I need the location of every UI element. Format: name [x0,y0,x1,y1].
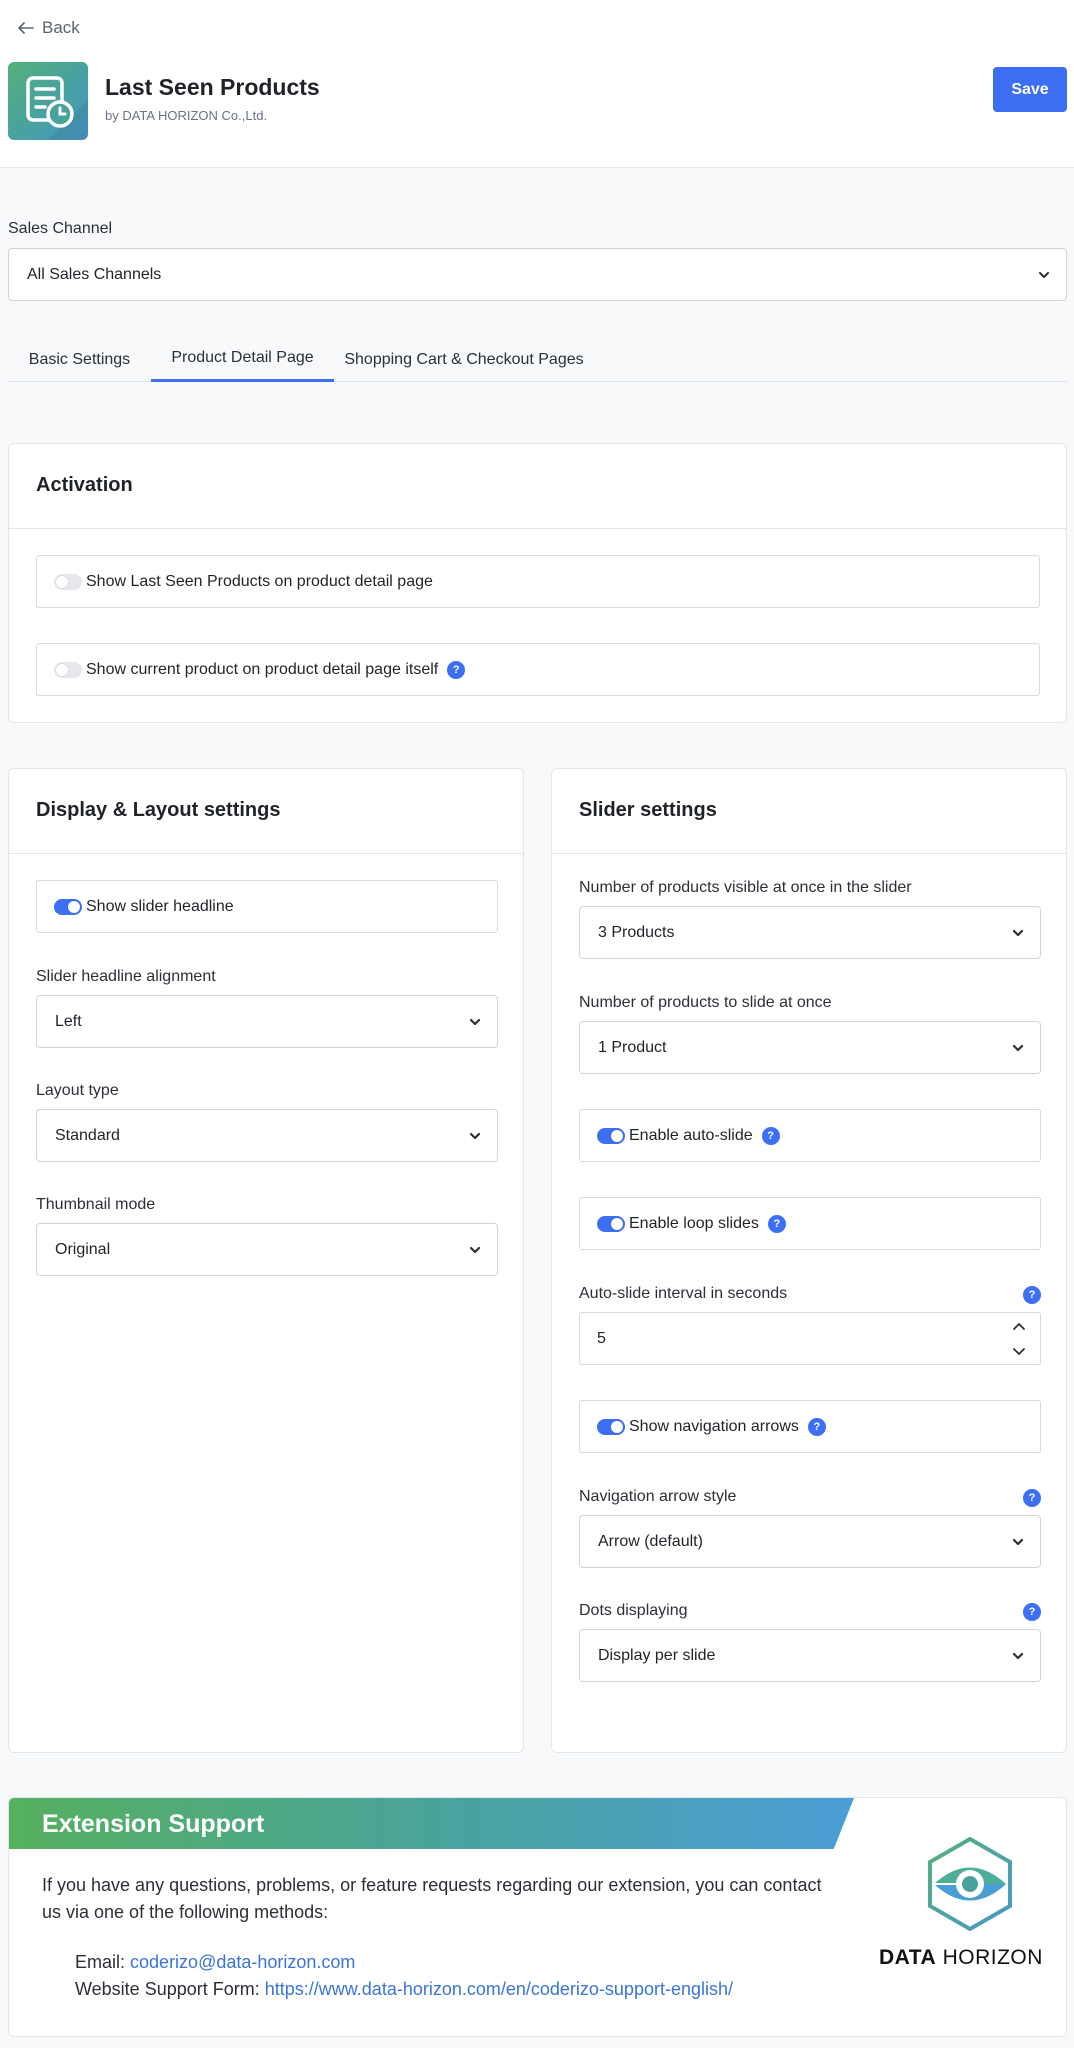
card-divider [552,853,1066,854]
slider-settings-card: Slider settings Number of products visib… [551,768,1067,1753]
loop-slides-row[interactable]: Enable loop slides ? [579,1197,1041,1250]
toggle-label: Enable loop slides [629,1214,759,1232]
show-current-product-toggle[interactable] [54,661,82,678]
show-last-seen-toggle[interactable] [54,573,82,590]
loop-slides-toggle[interactable] [597,1215,625,1232]
display-layout-card: Display & Layout settings Show slider he… [8,768,524,1753]
number-value: 5 [597,1329,606,1347]
toggle-label: Enable auto-slide [629,1126,753,1144]
app-logo [8,62,88,140]
select-value: Arrow (default) [598,1532,703,1550]
back-label: Back [42,18,80,37]
select-value: Display per slide [598,1646,716,1664]
select-value: Left [55,1012,82,1030]
thumbnail-mode-select[interactable]: Original [36,1223,498,1276]
toggle-label: Show Last Seen Products on product detai… [86,572,433,590]
app-title: Last Seen Products [105,74,320,100]
wordmark-bold: DATA [879,1946,937,1969]
support-title: Extension Support [42,1810,265,1838]
chevron-up-down-icon[interactable] [1012,1319,1026,1359]
chevron-down-icon [1012,1044,1024,1051]
question-mark-icon[interactable]: ? [807,1417,826,1436]
tab-label: Product Detail Page [171,349,314,366]
support-intro: If you have any questions, problems, or … [42,1875,822,1922]
tab-basic-settings[interactable]: Basic Settings [8,337,151,382]
question-mark-icon[interactable]: ? [447,660,466,679]
data-horizon-logo-icon [928,1837,1012,1931]
chevron-down-icon [1012,929,1024,936]
select-value: Original [55,1240,111,1258]
support-form-line: Website Support Form: https://www.data-h… [75,1979,733,2000]
document-clock-icon [26,76,88,140]
thumbnail-mode-label: Thumbnail mode [36,1196,156,1213]
chevron-down-icon [1012,1652,1024,1659]
tab-shopping-cart-checkout[interactable]: Shopping Cart & Checkout Pages [334,337,594,382]
nav-arrows-toggle[interactable] [597,1418,625,1435]
interval-number-input[interactable]: 5 [579,1312,1041,1365]
sales-channel-select[interactable]: All Sales Channels [8,248,1067,301]
activation-card: Activation Show Last Seen Products on pr… [8,443,1067,723]
arrow-style-label: Navigation arrow style [579,1488,737,1505]
toggle-label: Show current product on product detail p… [86,660,439,678]
show-last-seen-toggle-row[interactable]: Show Last Seen Products on product detai… [36,555,1040,608]
slider-settings-title: Slider settings [579,799,717,821]
nav-arrows-row[interactable]: Show navigation arrows ? [579,1400,1041,1453]
data-horizon-wordmark: DATA HORIZON [879,1946,1043,1970]
support-form-link[interactable]: https://www.data-horizon.com/en/coderizo… [265,1979,733,1999]
tab-label: Shopping Cart & Checkout Pages [344,350,584,368]
chevron-down-icon [469,1132,481,1139]
question-mark-icon[interactable]: ? [1023,1489,1041,1507]
activation-title: Activation [36,474,133,496]
select-value: Standard [55,1126,120,1144]
dots-label: Dots displaying [579,1602,688,1619]
headline-alignment-select[interactable]: Left [36,995,498,1048]
question-mark-icon[interactable]: ? [761,1126,780,1145]
app-header: Back Last Seen Products by DATA HORIZON … [0,0,1074,168]
card-divider [9,853,523,854]
show-slider-headline-row[interactable]: Show slider headline [36,880,498,933]
wordmark-light: HORIZON [942,1946,1043,1969]
chevron-down-icon [469,1246,481,1253]
support-email-line: Email: coderizo@data-horizon.com [75,1952,355,1973]
extension-support-panel: Extension Support If you have any questi… [8,1797,1067,2037]
chevron-down-icon [1039,271,1049,278]
visible-count-label: Number of products visible at once in th… [579,879,912,896]
question-mark-icon[interactable]: ? [1023,1286,1041,1304]
slide-count-select[interactable]: 1 Product [579,1021,1041,1074]
tab-product-detail-page[interactable]: Product Detail Page [151,337,334,382]
card-divider [9,528,1066,529]
display-layout-title: Display & Layout settings [36,799,281,821]
toggle-label: Show slider headline [86,897,234,915]
app-vendor: by DATA HORIZON Co.,Ltd. [105,108,268,123]
form-label: Website Support Form: [75,1979,260,1999]
show-slider-headline-toggle[interactable] [54,898,82,915]
layout-type-select[interactable]: Standard [36,1109,498,1162]
question-mark-icon[interactable]: ? [1023,1603,1041,1621]
arrow-left-icon [18,22,34,34]
save-button[interactable]: Save [993,67,1067,112]
tab-label: Basic Settings [28,350,131,368]
sales-channel-value: All Sales Channels [27,265,162,283]
auto-slide-toggle[interactable] [597,1127,625,1144]
chevron-down-icon [1012,1538,1024,1545]
headline-alignment-label: Slider headline alignment [36,968,216,985]
support-email-link[interactable]: coderizo@data-horizon.com [130,1952,355,1972]
dots-select[interactable]: Display per slide [579,1629,1041,1682]
interval-label: Auto-slide interval in seconds [579,1285,788,1302]
toggle-label: Show navigation arrows [629,1417,799,1435]
email-label: Email: [75,1952,126,1972]
back-link[interactable]: Back [18,18,80,38]
chevron-down-icon [469,1018,481,1025]
slide-count-label: Number of products to slide at once [579,994,832,1011]
arrow-style-select[interactable]: Arrow (default) [579,1515,1041,1568]
show-current-product-toggle-row[interactable]: Show current product on product detail p… [36,643,1040,696]
select-value: 3 Products [598,923,675,941]
layout-type-label: Layout type [36,1082,119,1099]
visible-count-select[interactable]: 3 Products [579,906,1041,959]
sales-channel-label: Sales Channel [8,220,113,237]
auto-slide-row[interactable]: Enable auto-slide ? [579,1109,1041,1162]
select-value: 1 Product [598,1038,667,1056]
question-mark-icon[interactable]: ? [767,1214,786,1233]
tab-bar: Basic Settings Product Detail Page Shopp… [8,337,1067,382]
